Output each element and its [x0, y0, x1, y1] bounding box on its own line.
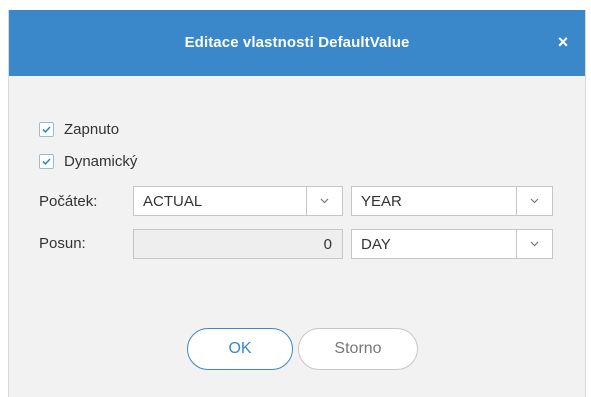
cancel-button[interactable]: Storno [298, 328, 418, 370]
posun-number-input[interactable]: 0 [133, 229, 343, 259]
posun-unit-value: DAY [361, 236, 391, 253]
posun-unit-select[interactable]: DAY [351, 229, 553, 259]
close-icon[interactable]: × [553, 30, 573, 54]
pocatek-label: Počátek: [39, 193, 98, 210]
pocatek-unit-select[interactable]: YEAR [351, 186, 553, 216]
dynamicky-label: Dynamický [64, 152, 138, 170]
dialog: Editace vlastnosti DefaultValue × Zapnut… [8, 10, 586, 397]
checkmark-icon [42, 125, 51, 133]
dynamicky-checkbox[interactable] [39, 153, 54, 169]
zapnuto-label: Zapnuto [64, 120, 120, 138]
posun-label: Posun: [39, 235, 86, 252]
pocatek-unit-value: YEAR [361, 193, 402, 210]
ok-button[interactable]: OK [187, 328, 293, 370]
checkmark-icon [42, 157, 51, 165]
chevron-down-icon[interactable] [516, 187, 552, 215]
zapnuto-checkbox[interactable] [39, 121, 54, 137]
posun-number-value: 0 [323, 236, 332, 253]
checkbox-row-dynamicky[interactable]: Dynamický [39, 151, 137, 171]
checkbox-row-zapnuto[interactable]: Zapnuto [39, 119, 119, 139]
dialog-titlebar: Editace vlastnosti DefaultValue × [9, 10, 585, 76]
pocatek-base-select[interactable]: ACTUAL [133, 186, 343, 216]
chevron-down-icon[interactable] [516, 230, 552, 258]
dialog-title: Editace vlastnosti DefaultValue [184, 34, 410, 51]
chevron-down-icon[interactable] [306, 187, 342, 215]
pocatek-base-value: ACTUAL [143, 193, 203, 210]
